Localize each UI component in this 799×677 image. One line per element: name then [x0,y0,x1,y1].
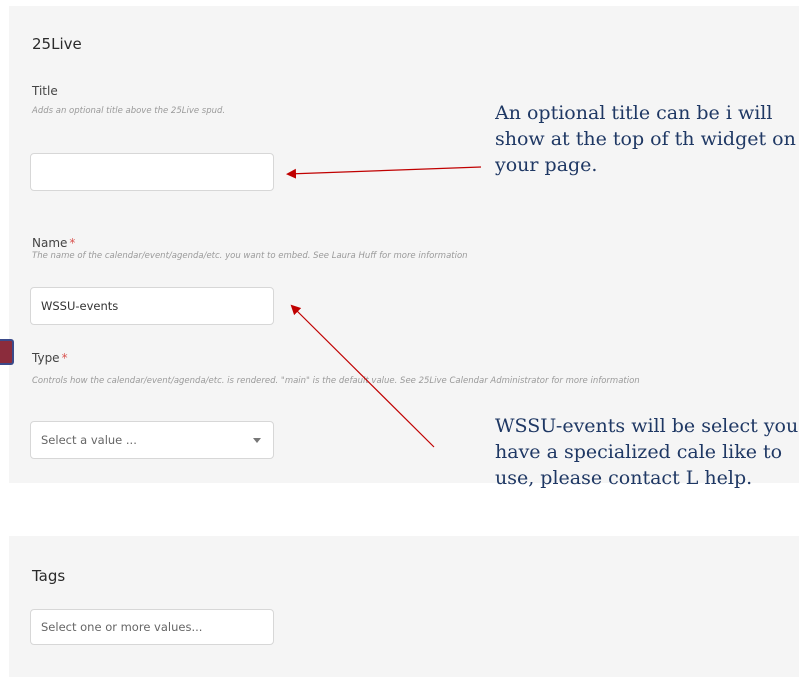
name-arrow [290,304,435,448]
title-arrow [286,166,482,179]
annotation-arrows [286,166,482,448]
